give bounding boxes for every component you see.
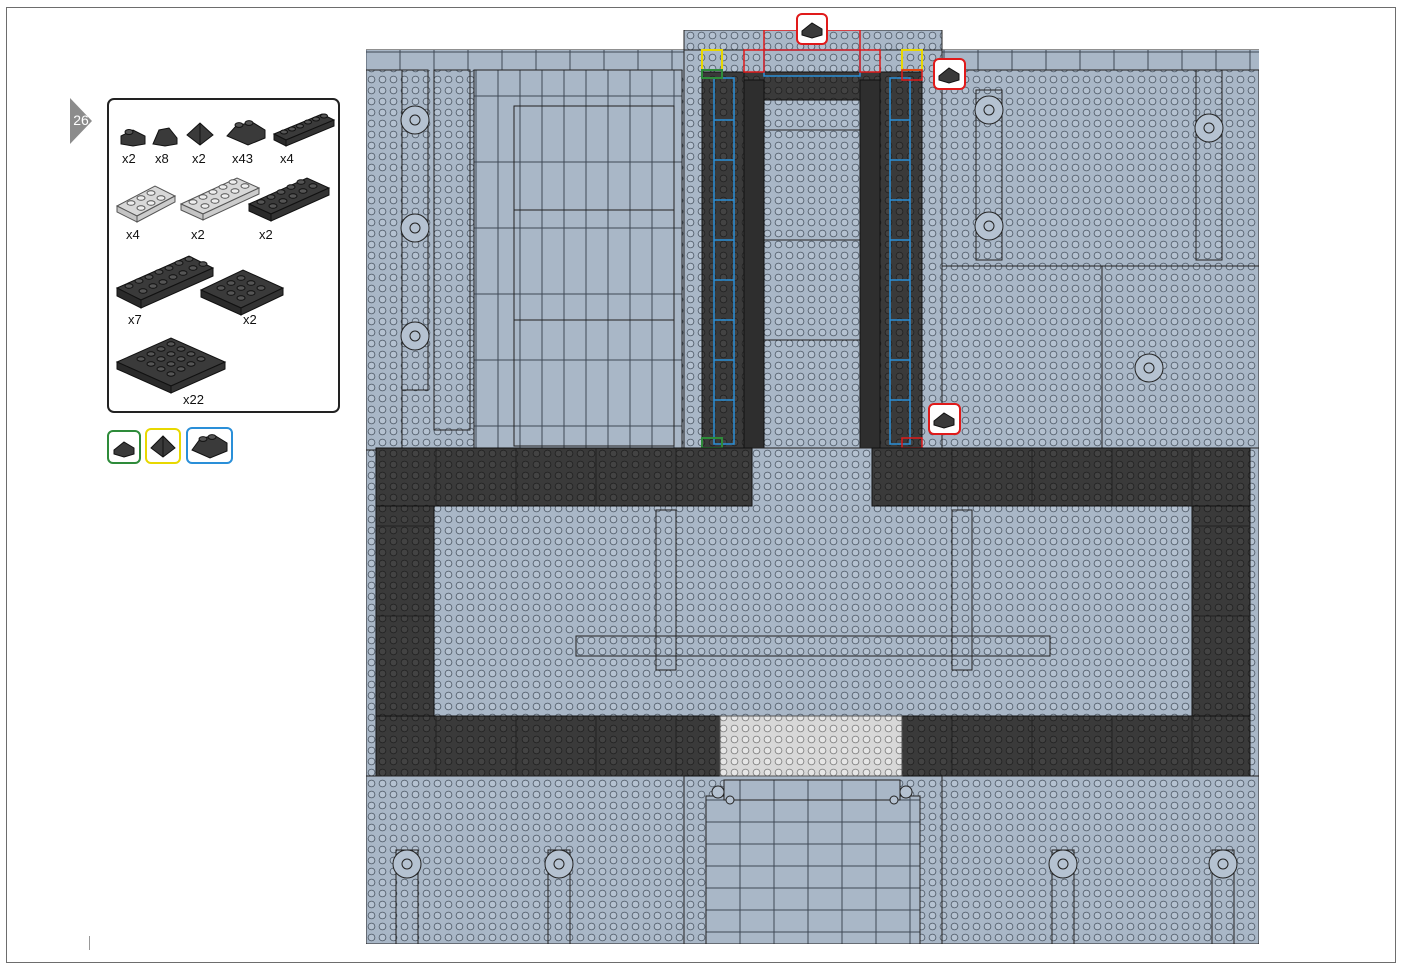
part-count: x2	[191, 227, 205, 242]
part-count: x7	[128, 312, 142, 327]
callout-right-top	[933, 58, 966, 90]
dark-1x1-slope-icon	[120, 129, 146, 147]
page-tick	[89, 936, 90, 950]
dark-4x4-plate-icon	[199, 269, 285, 316]
instruction-page: 26 x2 x8 x2 x43 x4 x4 x2 x2 x7 x2 x22	[0, 0, 1402, 968]
callout-right-bottom	[928, 403, 961, 435]
slope-key-icon	[113, 441, 135, 458]
part-count: x2	[122, 151, 136, 166]
wedge-key-icon	[191, 434, 228, 459]
dark-pyramid-slope-icon	[186, 122, 214, 146]
legend-green	[107, 430, 141, 464]
callout-top	[796, 13, 828, 45]
step-number: 26	[73, 112, 89, 128]
dark-6x6-plate-icon	[115, 337, 227, 394]
legend-blue	[186, 427, 233, 464]
dark-2x2-wedge-icon	[226, 120, 266, 146]
light-2x4-plate-icon	[115, 185, 177, 223]
build-board	[366, 30, 1259, 944]
dark-2x6-plate-icon	[247, 177, 331, 222]
part-count: x2	[243, 312, 257, 327]
parts-list: x2 x8 x2 x43 x4 x4 x2 x2 x7 x2 x22	[107, 98, 340, 413]
slope-callout-icon	[933, 412, 955, 429]
part-count: x2	[259, 227, 273, 242]
part-count: x22	[183, 392, 204, 407]
dark-1x6-plate-icon	[272, 113, 336, 147]
dark-cheese-slope-icon	[152, 127, 178, 147]
slope-callout-icon	[938, 67, 960, 84]
legend-yellow	[145, 428, 181, 464]
part-count: x4	[280, 151, 294, 166]
slope-callout-icon	[801, 22, 823, 39]
part-count: x4	[126, 227, 140, 242]
pyramid-key-icon	[150, 435, 176, 458]
part-count: x8	[155, 151, 169, 166]
